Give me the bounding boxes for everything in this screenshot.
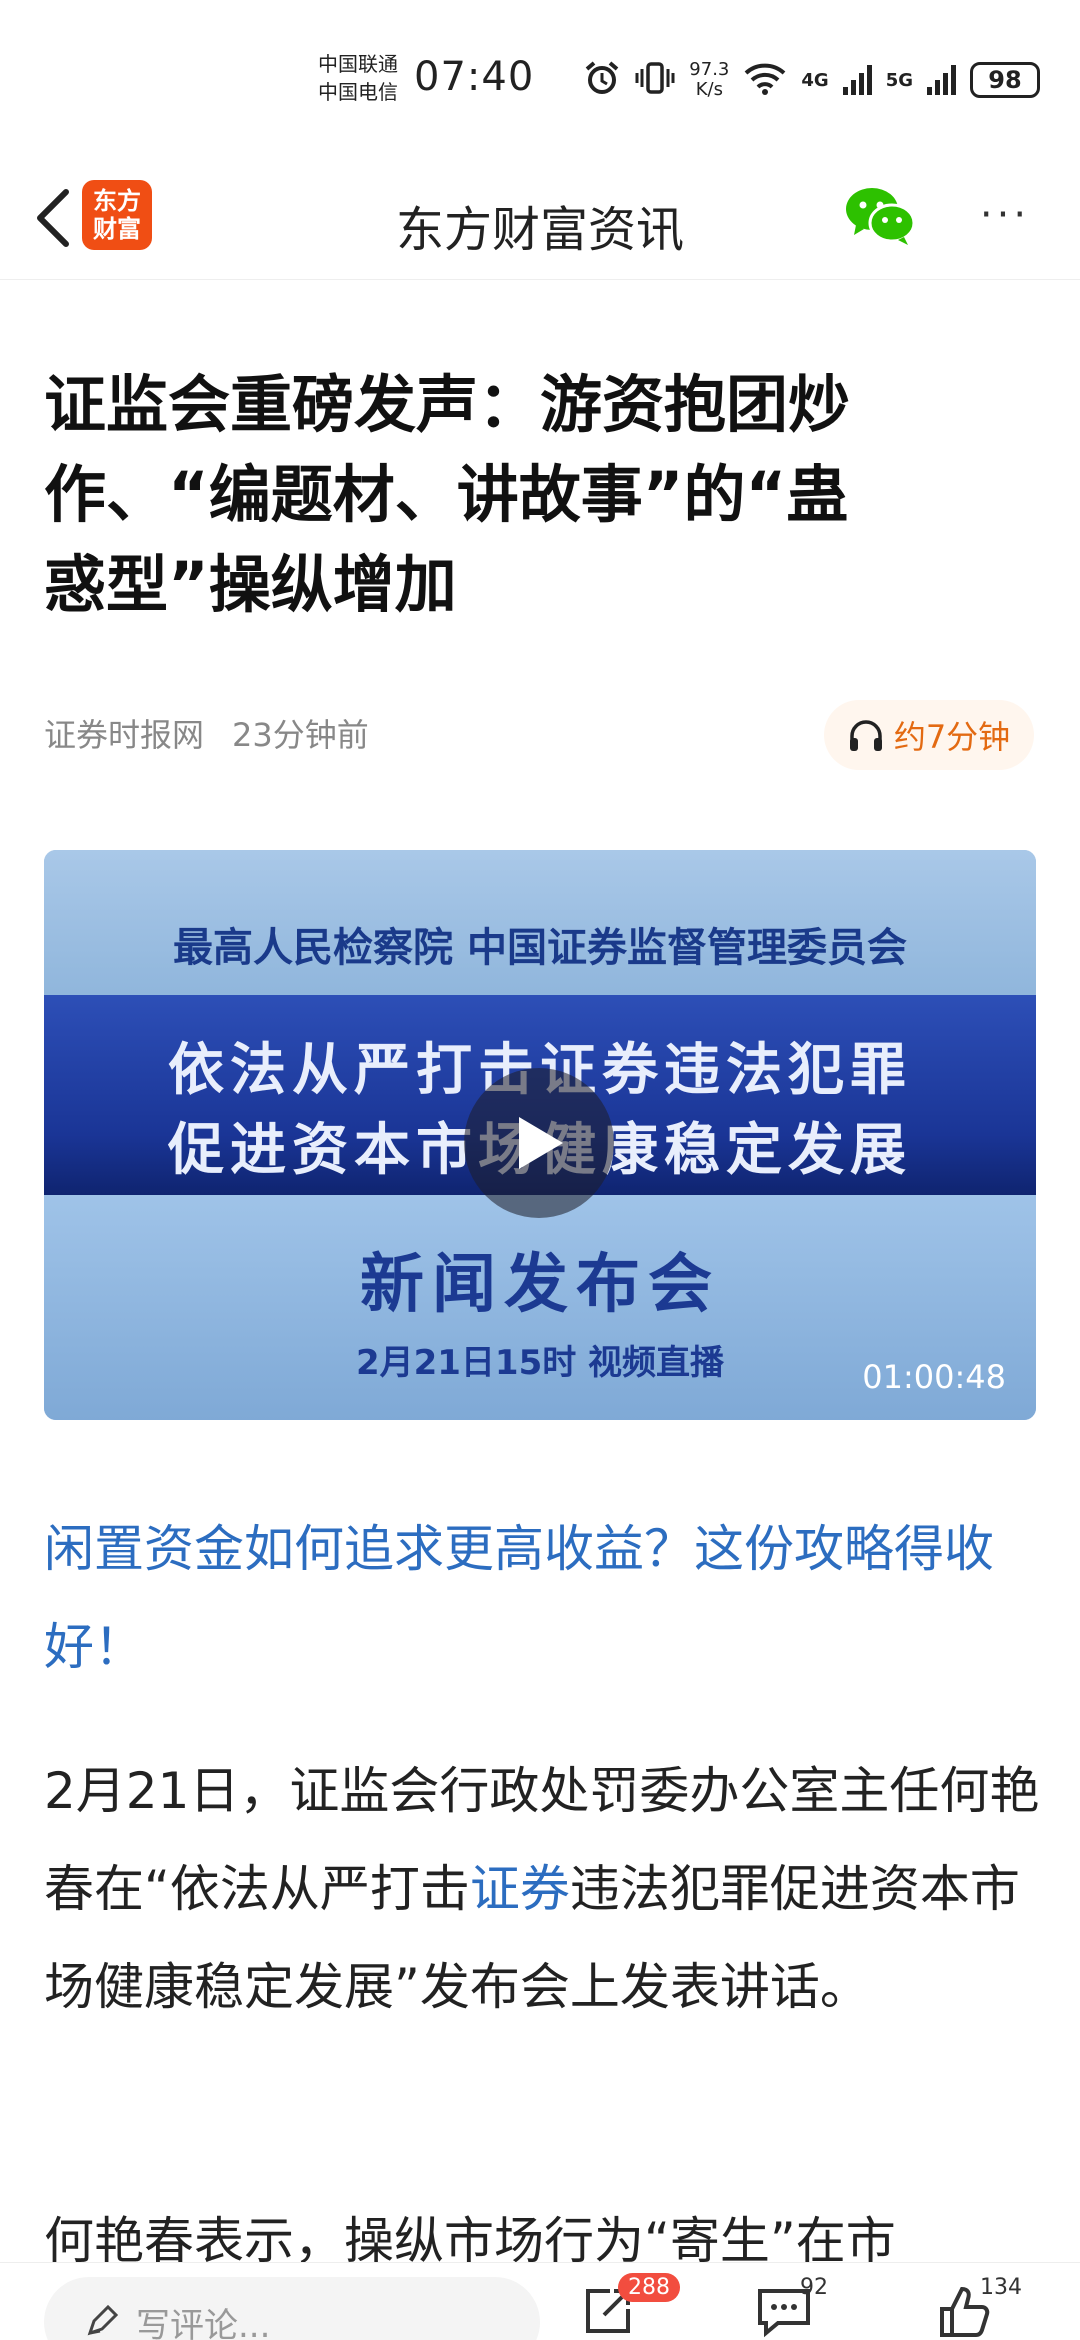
- vibrate-icon: [635, 59, 675, 101]
- listen-button[interactable]: 约7分钟: [824, 700, 1034, 770]
- wechat-share-button[interactable]: [844, 185, 916, 247]
- battery-level: 98: [988, 66, 1022, 94]
- comment-count: 92: [800, 2275, 828, 2300]
- battery-icon: 98: [970, 62, 1040, 98]
- signal-5g-icon: [927, 65, 956, 95]
- promo-link[interactable]: 闲置资金如何追求更高收益？这份攻略得收好！: [44, 1500, 1044, 1696]
- bottom-action-bar: 写评论... 288 92 134: [0, 2262, 1080, 2340]
- wechat-icon: [846, 188, 916, 245]
- signal-4g-icon: [842, 65, 872, 95]
- listen-duration: 约7分钟: [893, 718, 1011, 756]
- comments-button[interactable]: 92: [744, 2275, 828, 2340]
- share-count-badge: 288: [618, 2273, 680, 2302]
- headphones-icon: [849, 720, 882, 751]
- network-speed: 97.3 K/s: [689, 59, 730, 100]
- video-press-text: 新闻发布会: [360, 1248, 720, 1322]
- network-5g-label: 5G: [885, 69, 913, 91]
- carrier-names: 中国联通 中国电信: [318, 50, 398, 106]
- comment-placeholder: 写评论...: [136, 2305, 271, 2340]
- article-headline: 证监会重磅发声：游资抱团炒 作、“编题材、讲故事”的“蛊 惑型”操纵增加: [44, 368, 851, 621]
- status-bar: 中国联通 中国电信 07:40 97.3 K/s 4G 5G 98: [0, 0, 1080, 160]
- article-paragraph: 2月21日，证监会行政处罚委办公室主任何艳春在“依法从严打击证券违法犯罪促进资本…: [44, 1762, 1040, 2016]
- more-options-button[interactable]: ···: [970, 190, 1040, 240]
- status-icons: 97.3 K/s 4G 5G 98: [583, 58, 1040, 102]
- like-count: 134: [980, 2275, 1022, 2300]
- play-button[interactable]: [464, 1068, 614, 1218]
- keyword-link-securities[interactable]: 证券: [470, 1860, 570, 1918]
- wifi-icon: [743, 60, 787, 100]
- comment-input[interactable]: 写评论...: [44, 2277, 540, 2340]
- status-time: 07:40: [414, 54, 535, 100]
- like-button[interactable]: 134: [924, 2275, 1022, 2340]
- carrier-1: 中国联通: [318, 52, 398, 76]
- video-duration: 01:00:48: [862, 1358, 1006, 1396]
- carrier-2: 中国电信: [318, 80, 398, 104]
- article-time: 23分钟前: [232, 716, 369, 754]
- video-top-text: 最高人民检察院 中国证券监督管理委员会: [173, 924, 907, 971]
- article-source[interactable]: 证券时报网: [44, 716, 204, 754]
- article-meta: 证券时报网 23分钟前: [44, 710, 369, 756]
- share-button[interactable]: 288: [568, 2273, 680, 2340]
- pencil-icon: [87, 2305, 118, 2336]
- alarm-icon: [583, 59, 621, 101]
- video-player[interactable]: 最高人民检察院 中国证券监督管理委员会 依法从严打击证券违法犯罪 促进资本市场健…: [44, 850, 1036, 1420]
- play-icon: [519, 1117, 563, 1169]
- network-4g-label: 4G: [801, 69, 829, 91]
- app-title: 东方财富资讯: [395, 202, 684, 258]
- app-header: 东方 财富 东方财富资讯 ···: [0, 160, 1080, 280]
